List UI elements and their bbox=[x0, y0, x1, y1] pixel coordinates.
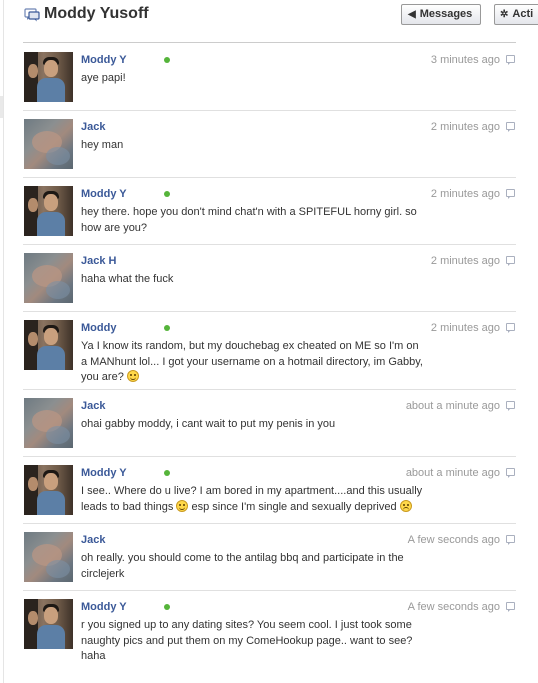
left-border-mark bbox=[0, 96, 3, 118]
timestamp: 2 minutes ago bbox=[430, 121, 500, 133]
timestamp: A few seconds ago bbox=[407, 534, 500, 546]
message-item: Moddy 2 minutes ago Ya I know its random… bbox=[23, 312, 516, 390]
message-text: ohai gabby moddy, i cant wait to put my … bbox=[81, 418, 336, 430]
message-item: Jack H 2 minutes ago haha what the fuck bbox=[23, 245, 516, 312]
message-item: Moddy Y A few seconds ago r you signed u… bbox=[23, 591, 516, 671]
sender-name[interactable]: Jack bbox=[81, 121, 119, 133]
timestamp: 2 minutes ago bbox=[430, 255, 500, 267]
avatar[interactable] bbox=[24, 253, 73, 303]
reply-icon[interactable] bbox=[506, 535, 515, 545]
avatar[interactable] bbox=[24, 599, 73, 649]
sender-name[interactable]: Jack H bbox=[81, 255, 130, 267]
sender-name[interactable]: Moddy bbox=[81, 322, 144, 334]
avatar[interactable] bbox=[24, 320, 73, 370]
reply-icon[interactable] bbox=[506, 602, 515, 612]
online-status-dot bbox=[164, 604, 170, 610]
timestamp: 2 minutes ago bbox=[430, 322, 500, 334]
chevron-left-icon: ◀ bbox=[408, 9, 416, 20]
reply-icon[interactable] bbox=[506, 256, 515, 266]
message-text: aye papi! bbox=[81, 72, 126, 84]
messages-icon bbox=[24, 8, 40, 22]
reply-icon[interactable] bbox=[506, 401, 515, 411]
timestamp: 3 minutes ago bbox=[430, 54, 500, 66]
message-text: Ya I know its random, but my douchebag e… bbox=[81, 340, 423, 383]
message-text: hey man bbox=[81, 139, 124, 151]
actions-button-label: Acti bbox=[512, 8, 534, 20]
avatar[interactable] bbox=[24, 119, 73, 169]
header-divider bbox=[23, 42, 516, 43]
message-item: Jack A few seconds ago oh really. you sh… bbox=[23, 524, 516, 591]
smiley-icon bbox=[126, 370, 139, 382]
message-text: hey there. hope you don't mind chat'n wi… bbox=[81, 206, 417, 234]
sender-name[interactable]: Moddy Y bbox=[81, 188, 154, 200]
messages-button-label: Messages bbox=[419, 8, 473, 20]
timestamp: about a minute ago bbox=[405, 400, 500, 412]
online-status-dot bbox=[164, 191, 170, 197]
avatar[interactable] bbox=[24, 398, 73, 448]
back-to-messages-button[interactable]: ◀ Messages bbox=[401, 4, 481, 25]
message-text: haha what the fuck bbox=[81, 273, 174, 285]
avatar[interactable] bbox=[24, 52, 73, 102]
online-status-dot bbox=[164, 57, 170, 63]
message-text: r you signed up to any dating sites? You… bbox=[81, 619, 413, 662]
page-title: Moddy Yusoff bbox=[44, 5, 149, 22]
message-item: Moddy Y about a minute ago I see.. Where… bbox=[23, 457, 516, 524]
avatar[interactable] bbox=[24, 186, 73, 236]
avatar[interactable] bbox=[24, 465, 73, 515]
reply-icon[interactable] bbox=[506, 323, 515, 333]
message-text: I see.. Where do u live? I am bored in m… bbox=[81, 485, 423, 513]
online-status-dot bbox=[164, 470, 170, 476]
message-item: Jack about a minute ago ohai gabby moddy… bbox=[23, 390, 516, 457]
message-item: Moddy Y 3 minutes ago aye papi! bbox=[23, 44, 516, 111]
message-text: oh really. you should come to the antila… bbox=[81, 552, 404, 580]
reply-icon[interactable] bbox=[506, 189, 515, 199]
online-status-dot bbox=[164, 325, 170, 331]
conversation-header: Moddy Yusoff ◀ Messages ✲ Acti bbox=[0, 0, 538, 36]
timestamp: 2 minutes ago bbox=[430, 188, 500, 200]
reply-icon[interactable] bbox=[506, 468, 515, 478]
gear-icon: ✲ bbox=[500, 9, 509, 20]
avatar[interactable] bbox=[24, 532, 73, 582]
reply-icon[interactable] bbox=[506, 55, 515, 65]
sender-name[interactable]: Jack bbox=[81, 400, 119, 412]
smiley-icon bbox=[176, 499, 189, 512]
left-border bbox=[3, 0, 4, 683]
sender-name[interactable]: Moddy Y bbox=[81, 54, 154, 66]
timestamp: about a minute ago bbox=[405, 467, 500, 479]
frown-icon bbox=[399, 499, 412, 512]
sender-name[interactable]: Jack bbox=[81, 534, 119, 546]
actions-button[interactable]: ✲ Acti bbox=[494, 4, 538, 25]
sender-name[interactable]: Moddy Y bbox=[81, 601, 154, 613]
message-item: Jack 2 minutes ago hey man bbox=[23, 111, 516, 178]
message-item: Moddy Y 2 minutes ago hey there. hope yo… bbox=[23, 178, 516, 245]
timestamp: A few seconds ago bbox=[407, 601, 500, 613]
sender-name[interactable]: Moddy Y bbox=[81, 467, 154, 479]
reply-icon[interactable] bbox=[506, 122, 515, 132]
